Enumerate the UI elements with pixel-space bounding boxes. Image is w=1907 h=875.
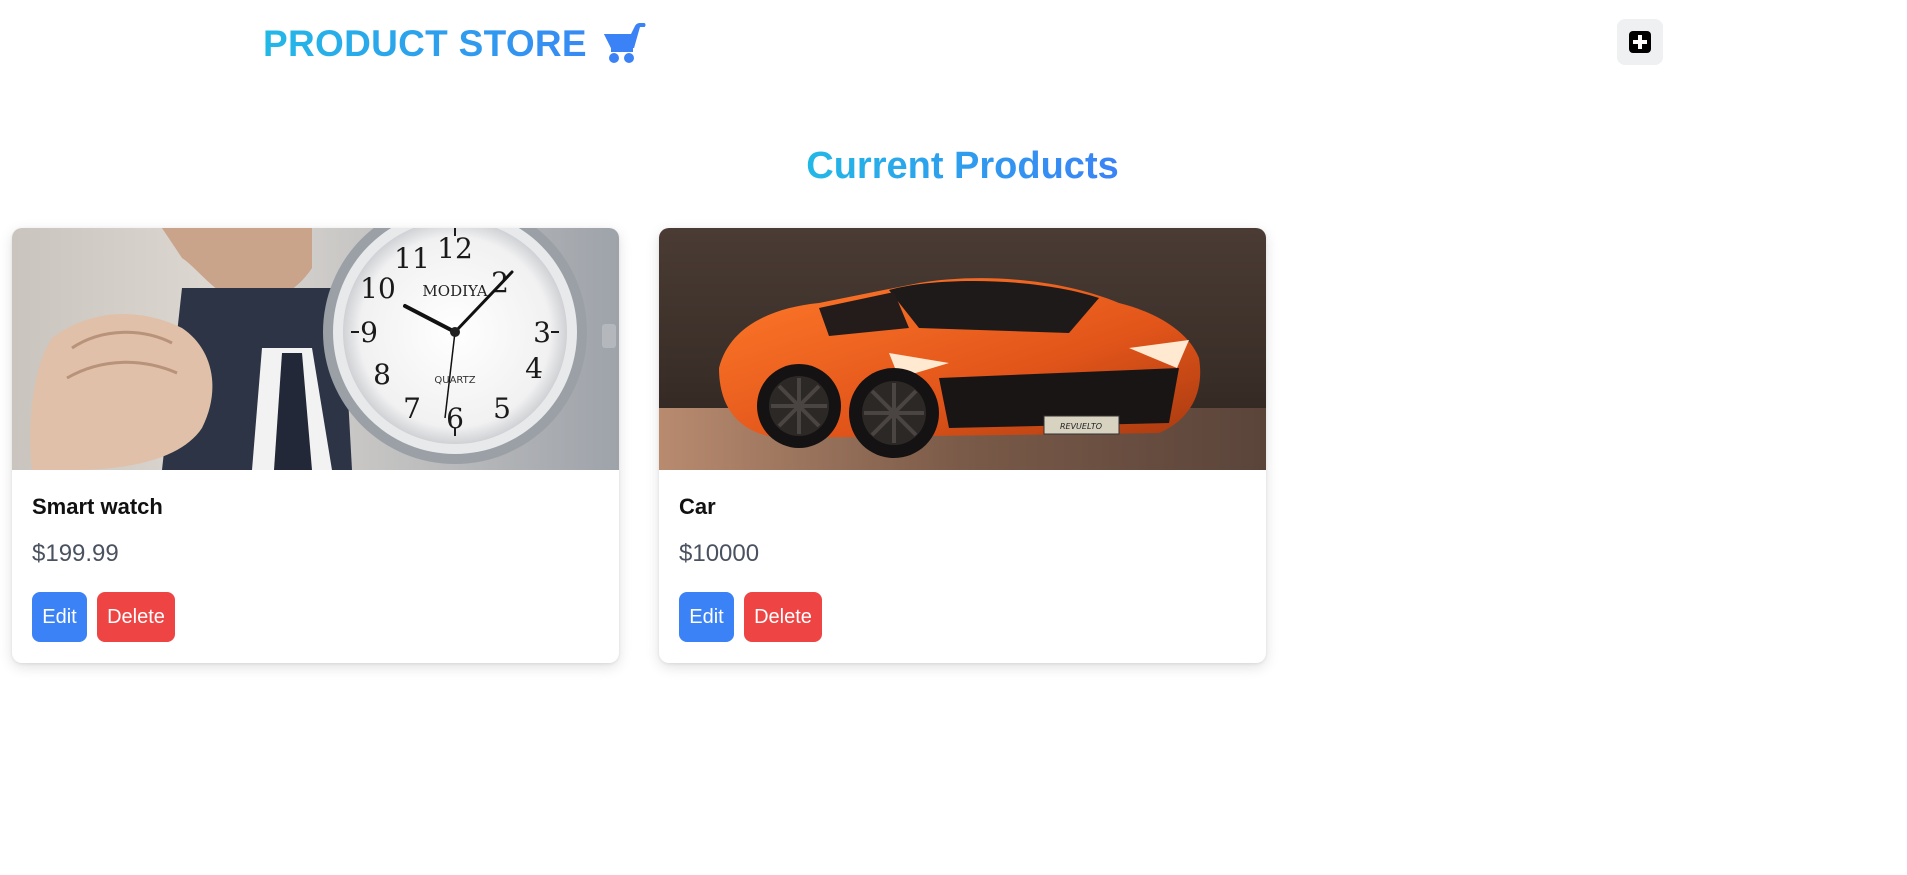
navbar: PRODUCT STORE — [0, 0, 1907, 88]
svg-text:10: 10 — [360, 272, 396, 305]
svg-text:4: 4 — [525, 352, 543, 385]
svg-text:9: 9 — [360, 316, 378, 349]
svg-text:3: 3 — [533, 316, 551, 349]
product-price: $199.99 — [32, 540, 119, 567]
plus-square-icon — [1629, 31, 1651, 53]
product-name: Car — [679, 494, 716, 519]
brand-title: PRODUCT STORE — [263, 23, 587, 64]
product-image-watch: 12 6 9 3 11 2 10 4 8 5 7 MODIYA QUARTZ — [12, 228, 619, 470]
shopping-cart-icon — [603, 23, 646, 63]
edit-button[interactable]: Edit — [679, 592, 734, 642]
product-card: REVUELTO Car $10000 Edit Delete — [659, 228, 1266, 663]
svg-text:8: 8 — [373, 358, 391, 391]
svg-text:12: 12 — [437, 232, 473, 265]
delete-button[interactable]: Delete — [744, 592, 822, 642]
license-plate-text: REVUELTO — [1060, 422, 1102, 431]
watch-brand-text: MODIYA — [422, 282, 487, 300]
svg-text:7: 7 — [403, 392, 421, 425]
product-name: Smart watch — [32, 494, 163, 519]
svg-text:11: 11 — [394, 242, 430, 275]
brand-link[interactable]: PRODUCT STORE — [263, 18, 647, 70]
product-price: $10000 — [679, 540, 760, 567]
edit-button[interactable]: Edit — [32, 592, 87, 642]
add-product-button[interactable] — [1617, 19, 1663, 65]
svg-text:6: 6 — [446, 402, 464, 435]
page-title: Current Products — [806, 145, 1119, 187]
svg-text:5: 5 — [493, 392, 511, 425]
product-card: 12 6 9 3 11 2 10 4 8 5 7 MODIYA QUARTZ S… — [12, 228, 619, 663]
watch-sub-text: QUARTZ — [434, 375, 475, 386]
product-image-car: REVUELTO — [659, 228, 1266, 470]
delete-button[interactable]: Delete — [97, 592, 175, 642]
